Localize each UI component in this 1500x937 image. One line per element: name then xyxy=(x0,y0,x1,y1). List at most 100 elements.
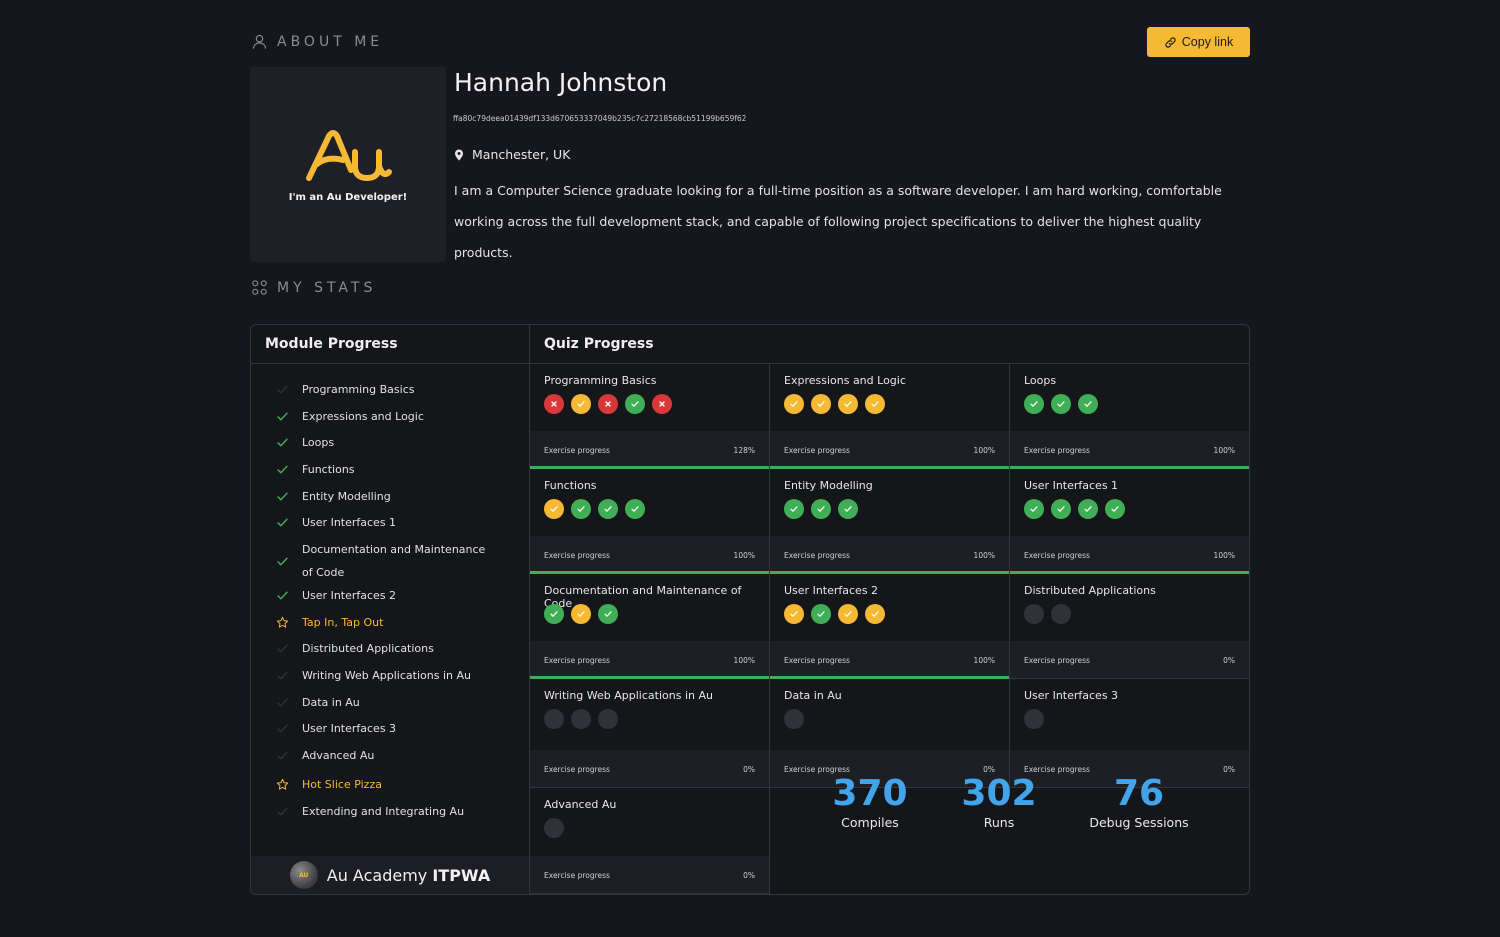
exercise-progress-label: Exercise progress xyxy=(544,550,610,560)
check-icon xyxy=(275,409,290,424)
check-icon xyxy=(275,435,290,450)
exercise-progress-bar: Exercise progress 100% xyxy=(530,536,769,574)
quiz-title: Programming Basics xyxy=(544,374,657,387)
exercise-progress-label: Exercise progress xyxy=(1024,655,1090,665)
exercise-progress-label: Exercise progress xyxy=(544,655,610,665)
module-item[interactable]: Data in Au xyxy=(251,691,529,714)
quiz-title: Functions xyxy=(544,479,597,492)
module-item[interactable]: User Interfaces 3 xyxy=(251,717,529,740)
module-item[interactable]: Programming Basics xyxy=(251,378,529,401)
attempt-passed-icon xyxy=(625,394,645,414)
exercise-progress-label: Exercise progress xyxy=(544,445,610,455)
quiz-card[interactable]: Documentation and Maintenance of Code Exe… xyxy=(530,574,770,679)
module-item-label: User Interfaces 2 xyxy=(302,589,397,602)
module-item[interactable]: Tap In, Tap Out xyxy=(251,611,529,634)
module-item[interactable]: Entity Modelling xyxy=(251,485,529,508)
module-progress-panel: Module Progress Programming Basics Expres… xyxy=(251,325,530,894)
exercise-progress-label: Exercise progress xyxy=(544,764,610,774)
brand-name: Au Academy ITPWA xyxy=(327,866,490,885)
attempt-partial-icon xyxy=(838,604,858,624)
attempt-failed-icon xyxy=(652,394,672,414)
quiz-attempts xyxy=(544,394,672,414)
attempt-passed-icon xyxy=(625,499,645,519)
module-item[interactable]: Advanced Au xyxy=(251,744,529,767)
quiz-card[interactable]: Distributed Applications Exercise progres… xyxy=(1010,574,1249,679)
attempt-partial-icon xyxy=(571,394,591,414)
stat-value: 76 xyxy=(1113,773,1165,814)
attempt-empty-icon xyxy=(571,709,591,729)
attempt-empty-icon xyxy=(1024,604,1044,624)
module-item[interactable]: Functions xyxy=(251,458,529,481)
attempt-passed-icon xyxy=(1051,394,1071,414)
au-academy-logo: AU xyxy=(289,861,318,889)
exercise-progress-bar: Exercise progress 128% xyxy=(530,431,769,469)
quiz-card[interactable]: User Interfaces 1 Exercise progress 100% xyxy=(1010,469,1249,574)
quiz-attempts xyxy=(784,499,858,519)
attempt-failed-icon xyxy=(544,394,564,414)
quiz-title: Data in Au xyxy=(784,689,842,702)
module-item-label: Writing Web Applications in Au xyxy=(302,669,471,682)
attempt-partial-icon xyxy=(784,394,804,414)
stat-label: Compiles xyxy=(841,815,899,830)
exercise-progress-value: 100% xyxy=(1213,445,1235,455)
module-item[interactable]: User Interfaces 1 xyxy=(251,511,529,534)
module-item[interactable]: Distributed Applications xyxy=(251,637,529,660)
attempt-passed-icon xyxy=(1051,499,1071,519)
attempt-passed-icon xyxy=(571,499,591,519)
quiz-card[interactable]: Loops Exercise progress 100% xyxy=(1010,364,1249,469)
module-item-label: Loops xyxy=(302,436,335,449)
quiz-card[interactable]: User Interfaces 2 Exercise progress 100% xyxy=(770,574,1010,679)
copy-link-button[interactable]: Copy link xyxy=(1147,27,1250,57)
module-item-label: Data in Au xyxy=(302,696,360,709)
quiz-title: Advanced Au xyxy=(544,798,617,811)
quiz-title: Distributed Applications xyxy=(1024,584,1156,597)
attempt-passed-icon xyxy=(544,604,564,624)
check-icon xyxy=(275,588,290,603)
exercise-progress-label: Exercise progress xyxy=(544,870,610,880)
module-item-label: Expressions and Logic xyxy=(302,410,424,423)
stat-value: 370 xyxy=(832,773,908,814)
exercise-progress-bar: Exercise progress 100% xyxy=(770,641,1009,679)
attempt-passed-icon xyxy=(1078,394,1098,414)
check-faint-icon xyxy=(275,804,290,819)
quiz-attempts xyxy=(544,499,645,519)
quiz-card[interactable]: Entity Modelling Exercise progress 100% xyxy=(770,469,1010,574)
quiz-attempts xyxy=(1024,394,1098,414)
quiz-card[interactable]: Programming Basics Exercise progress 128% xyxy=(530,364,770,469)
profile-hash: ffa80c79deea01439df133d670653337049b235c… xyxy=(453,114,747,123)
quiz-card[interactable]: Advanced Au Exercise progress 0% xyxy=(530,788,770,894)
quiz-title: Loops xyxy=(1024,374,1057,387)
attempt-partial-icon xyxy=(571,604,591,624)
module-item-label: Advanced Au xyxy=(302,749,375,762)
attempt-empty-icon xyxy=(544,818,564,838)
my-stats-label: MY STATS xyxy=(277,279,377,296)
quiz-card[interactable]: Expressions and Logic Exercise progress 10… xyxy=(770,364,1010,469)
quiz-attempts xyxy=(784,394,885,414)
location: Manchester, UK xyxy=(454,147,570,162)
exercise-progress-value: 100% xyxy=(973,445,995,455)
module-item[interactable]: Documentation and Maintenance of Code xyxy=(251,538,529,584)
module-item[interactable]: Writing Web Applications in Au xyxy=(251,664,529,687)
map-pin-icon xyxy=(455,149,463,160)
module-item[interactable]: Extending and Integrating Au xyxy=(251,800,529,823)
module-item[interactable]: Expressions and Logic xyxy=(251,405,529,428)
quiz-card[interactable]: Functions Exercise progress 100% xyxy=(530,469,770,574)
check-faint-icon xyxy=(275,748,290,763)
my-stats-heading: MY STATS xyxy=(251,279,376,296)
exercise-progress-bar: Exercise progress 0% xyxy=(530,750,769,788)
module-item[interactable]: Loops xyxy=(251,431,529,454)
exercise-progress-bar: Exercise progress 100% xyxy=(770,536,1009,574)
module-item[interactable]: User Interfaces 2 xyxy=(251,584,529,607)
quiz-card[interactable]: Writing Web Applications in Au Exercise p… xyxy=(530,679,770,788)
quiz-progress-title: Quiz Progress xyxy=(530,325,1249,364)
module-item-label: Hot Slice Pizza xyxy=(302,778,382,791)
check-faint-icon xyxy=(275,641,290,656)
quiz-attempts xyxy=(784,709,804,729)
module-item-label: Extending and Integrating Au xyxy=(302,805,465,818)
module-item-label: User Interfaces 1 xyxy=(302,516,397,529)
quiz-progress-panel: Quiz Progress Programming Basics Exercise… xyxy=(530,325,1249,894)
stat-counter: 302 Runs xyxy=(939,775,1059,831)
attempt-empty-icon xyxy=(1051,604,1071,624)
module-item[interactable]: Hot Slice Pizza xyxy=(251,773,529,796)
quiz-attempts xyxy=(1024,499,1125,519)
